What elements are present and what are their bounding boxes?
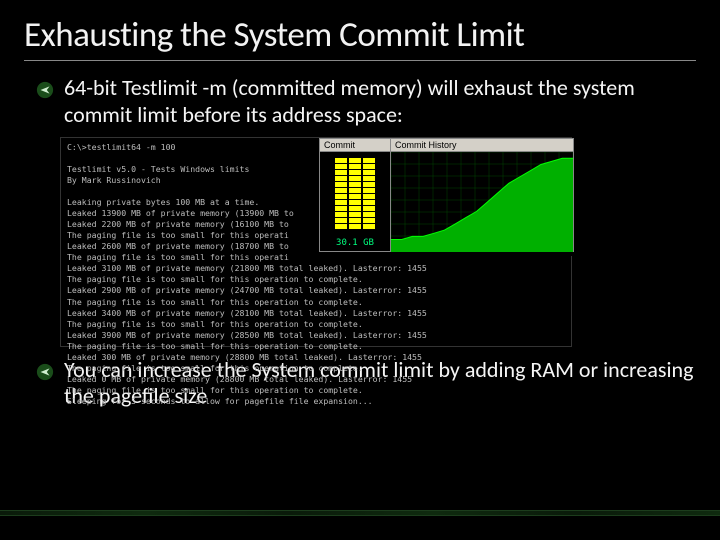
perf-panels: Commit 30.1 GB Commit History [319,138,574,252]
title-underline [24,60,696,61]
bullet-icon [36,363,54,381]
bullet-item: 64-bit Testlimit -m (committed memory) w… [24,75,696,129]
commit-gauge: 30.1 GB [320,152,390,251]
bullet-text: 64-bit Testlimit -m (committed memory) w… [64,75,696,129]
commit-panel-title: Commit [320,139,390,152]
slide-title: Exhausting the System Commit Limit [24,14,696,56]
history-panel-title: Commit History [391,139,573,152]
commit-panel: Commit 30.1 GB [320,139,391,251]
bullet-icon [36,81,54,99]
slide: Exhausting the System Commit Limit 64-bi… [0,0,720,540]
screenshot: C:\>testlimit64 -m 100 Testlimit v5.0 - … [60,137,572,347]
history-panel: Commit History [391,139,573,251]
history-chart [391,152,573,256]
slide-accent-bar [0,510,720,516]
commit-value: 30.1 GB [323,238,387,248]
